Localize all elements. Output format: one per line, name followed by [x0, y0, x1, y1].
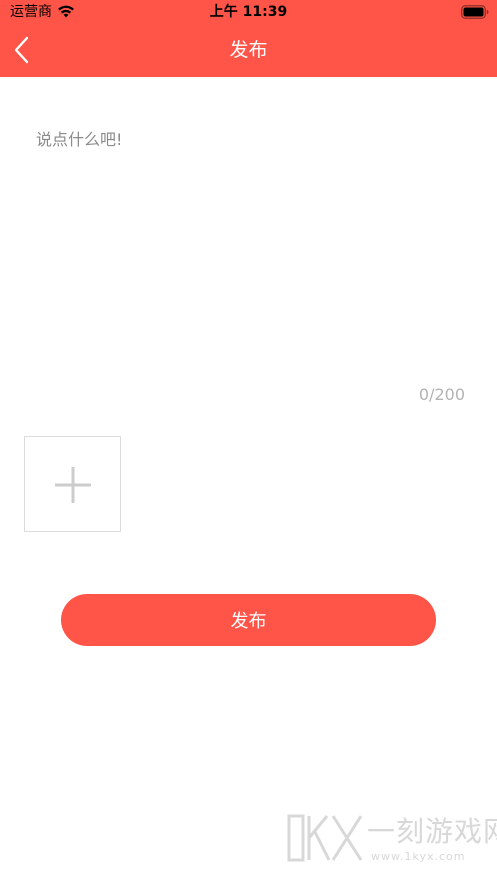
publish-screen: 运营商 上午 11:39 发布 0/200	[0, 0, 497, 883]
plus-icon	[55, 467, 91, 503]
status-time: 上午 11:39	[209, 4, 288, 20]
watermark: 一刻游戏网 www.1kyx.com	[287, 812, 497, 872]
add-image-button[interactable]	[24, 436, 121, 532]
navigation-bar: 发布	[0, 24, 497, 77]
header: 运营商 上午 11:39 发布	[0, 0, 497, 77]
battery-icon	[461, 5, 489, 19]
status-bar: 运营商 上午 11:39	[0, 0, 497, 24]
watermark-logo	[287, 814, 363, 862]
publish-button[interactable]: 发布	[61, 594, 436, 646]
page-title: 发布	[229, 39, 268, 61]
post-content-input[interactable]	[36, 126, 466, 376]
character-counter: 0/200	[418, 385, 465, 404]
watermark-url: www.1kyx.com	[371, 850, 466, 863]
watermark-text: 一刻游戏网	[367, 815, 497, 848]
